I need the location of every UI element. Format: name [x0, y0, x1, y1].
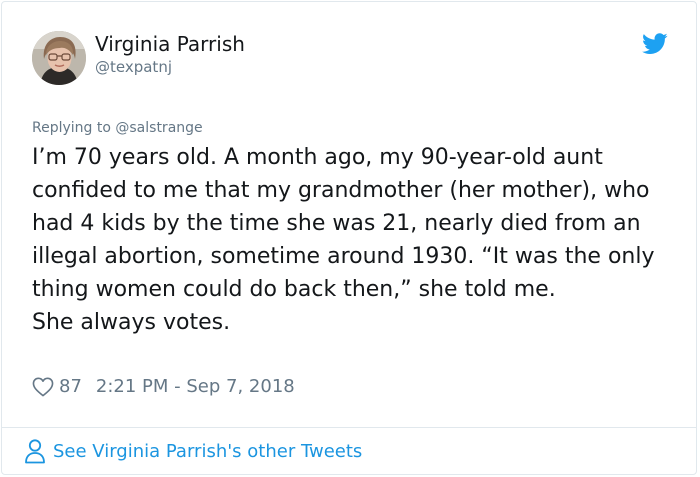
avatar-image	[32, 31, 86, 85]
avatar[interactable]	[32, 31, 86, 85]
tweet-text-paragraph: I’m 70 years old. A month ago, my 90-yea…	[32, 145, 655, 302]
twitter-bird-icon[interactable]	[642, 33, 668, 55]
like-count[interactable]: 87	[59, 376, 82, 397]
see-other-tweets-label[interactable]: See Virginia Parrish's other Tweets	[53, 441, 362, 462]
tweet-text-paragraph: She always votes.	[32, 310, 231, 335]
heart-icon[interactable]	[32, 377, 54, 397]
author-handle[interactable]: @texpatnj	[95, 58, 172, 76]
tweet-text: I’m 70 years old. A month ago, my 90-yea…	[32, 141, 672, 339]
author-name[interactable]: Virginia Parrish	[95, 32, 245, 56]
reply-context: Replying to @salstrange	[32, 120, 203, 136]
reply-prefix: Replying to	[32, 120, 116, 136]
see-other-tweets-link[interactable]: See Virginia Parrish's other Tweets	[24, 438, 362, 464]
person-icon	[25, 439, 45, 464]
divider	[1, 427, 697, 428]
tweet-meta: 87 2:21 PM - Sep 7, 2018	[32, 376, 295, 397]
reply-mention-link[interactable]: @salstrange	[115, 120, 202, 136]
tweet-timestamp[interactable]: 2:21 PM - Sep 7, 2018	[96, 376, 295, 397]
